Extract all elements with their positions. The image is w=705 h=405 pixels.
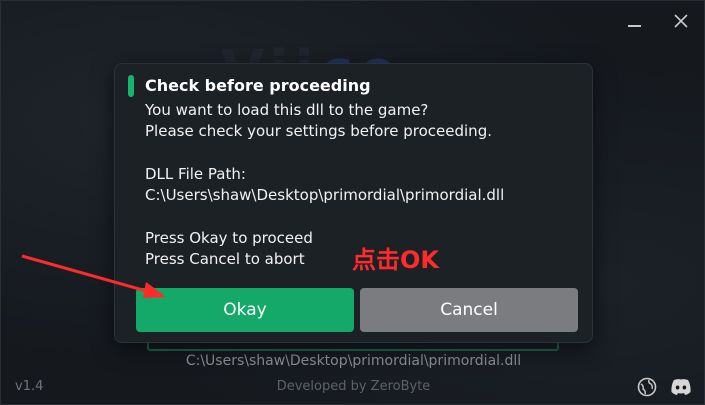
message-gap [145, 206, 585, 228]
developer-label: Developed by ZeroByte [276, 379, 431, 394]
message-line: DLL File Path: [145, 165, 246, 183]
minimize-icon [627, 25, 641, 27]
cancel-button[interactable]: Cancel [360, 288, 578, 332]
message-line: You want to load this dll to the game? [145, 101, 429, 119]
confirm-dialog: Check before proceeding You want to load… [114, 63, 593, 343]
discord-icon [671, 379, 691, 395]
dialog-title: Check before proceeding [145, 76, 371, 95]
dialog-accent-bar [128, 75, 134, 97]
discord-button[interactable] [669, 377, 693, 397]
website-button[interactable] [637, 377, 657, 397]
close-button[interactable] [669, 9, 693, 33]
dll-path-text: C:\Users\shaw\Desktop\primordial\primord… [185, 353, 522, 369]
app-window: Viice C:\Users\shaw\Desktop\primordial\p… [0, 0, 705, 405]
message-line: Please check your settings before procee… [145, 122, 492, 140]
message-gap [145, 142, 585, 164]
message-line: C:\Users\shaw\Desktop\primordial\primord… [145, 186, 505, 204]
annotation-text: 点击OK [352, 246, 439, 274]
close-icon [674, 14, 688, 28]
globe-icon [637, 377, 657, 397]
minimize-button[interactable] [622, 9, 646, 33]
okay-button[interactable]: Okay [136, 288, 354, 332]
